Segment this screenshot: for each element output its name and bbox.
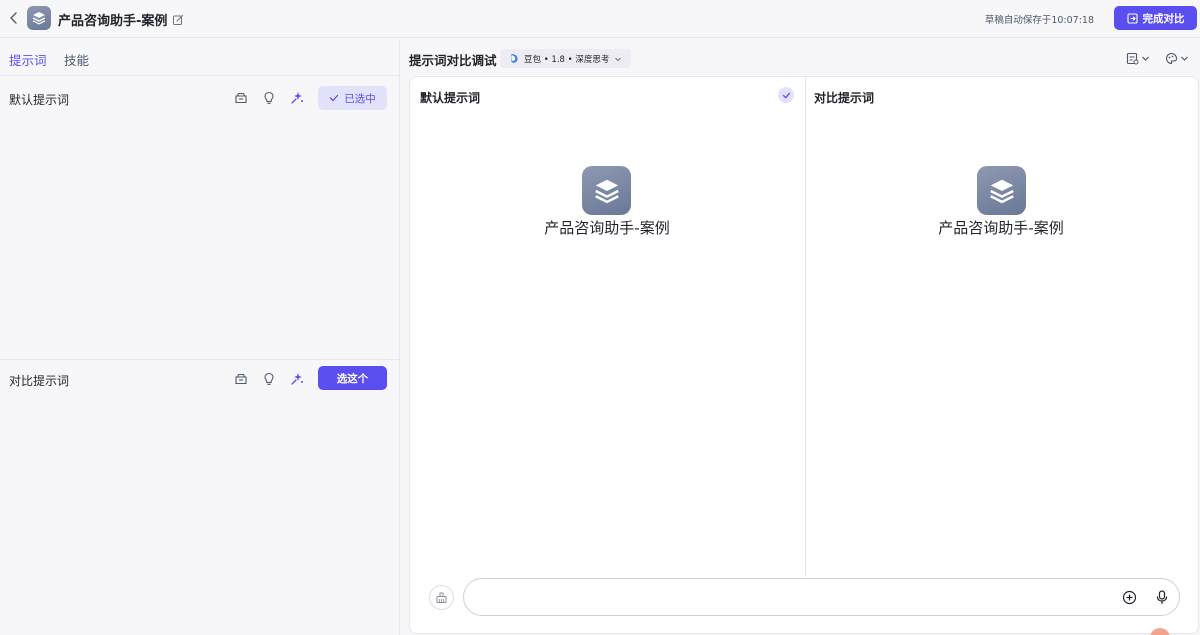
save-compare-prompt-button[interactable] [234,372,248,386]
compare-area: 默认提示词 产品咨询助手-案例 对比提示词 产品咨询助手-案例 [409,76,1199,634]
default-prompt-title: 默认提示词 [9,93,70,107]
section-divider [0,359,399,360]
plus-circle-icon [1122,590,1136,604]
tab-skills[interactable]: 技能 [64,50,89,69]
bulb-icon [264,372,274,385]
check-icon [330,94,339,102]
edit-icon [173,14,184,25]
save-icon [235,92,247,104]
default-selected-indicator [778,87,794,103]
add-attachment-button[interactable] [1121,589,1137,605]
chevron-down-icon [1142,56,1149,61]
selected-label: 已选中 [344,92,376,105]
model-selector[interactable]: 豆包 • 1.8 • 深度思考 [500,49,631,68]
left-tabs: 提示词 技能 [0,39,399,76]
bulb-icon [264,91,274,104]
finish-compare-label: 完成对比 [1142,12,1185,25]
save-icon [235,373,247,385]
compare-bot-name: 产品咨询助手-案例 [938,219,1064,237]
view-settings-button[interactable] [1165,51,1189,65]
exit-icon [1126,12,1138,24]
sparkle-icon [291,373,303,385]
optimize-prompt-button[interactable] [290,91,304,105]
clear-conversation-button[interactable] [429,585,454,610]
choose-this-button[interactable]: 选这个 [318,366,387,390]
compare-column-title: 对比提示词 [814,91,875,105]
autosave-status: 草稿自动保存于10:07:18 [984,15,1094,26]
mic-icon [1156,589,1168,604]
app-title: 产品咨询助手-案例 [58,14,168,29]
default-bot-name: 产品咨询助手-案例 [544,219,670,237]
prompt-tip-button[interactable] [262,91,276,105]
layout-menu-button[interactable] [1126,51,1150,65]
app-avatar [27,6,51,30]
edit-title-button[interactable] [172,11,185,25]
compare-prompt-tip-button[interactable] [262,372,276,386]
layers-icon [989,179,1014,203]
optimize-compare-prompt-button[interactable] [290,372,304,386]
doubao-logo-icon [511,54,518,63]
default-bot-avatar [582,166,631,215]
finish-compare-button[interactable]: 完成对比 [1114,6,1197,30]
chevron-down-icon [1181,56,1188,61]
layers-icon [594,179,619,203]
layout-icon [1126,52,1139,64]
voice-input-button[interactable] [1154,589,1170,605]
top-bar: 产品咨询助手-案例 草稿自动保存于10:07:18 完成对比 [0,0,1200,38]
tab-prompt[interactable]: 提示词 [9,50,47,69]
clear-icon [436,592,447,603]
compare-bot-avatar [977,166,1026,215]
message-input[interactable] [480,587,1100,607]
model-name: 豆包 • 1.8 • 深度思考 [524,54,610,65]
chevron-down-icon [615,57,622,61]
column-divider [805,77,806,577]
check-icon [782,92,790,98]
prompt-panel: 提示词 技能 默认提示词 已选中 对比提示词 选这个 [0,39,400,635]
default-column-title: 默认提示词 [420,91,481,105]
eye-settings-icon [1165,52,1178,64]
layers-icon [32,12,46,25]
message-input-box[interactable] [463,578,1180,616]
back-button[interactable] [6,10,22,26]
chevron-left-icon [10,12,17,24]
compare-prompt-title: 对比提示词 [9,374,70,388]
selected-button[interactable]: 已选中 [318,86,387,110]
sparkle-icon [291,92,303,104]
save-prompt-button[interactable] [234,91,248,105]
debug-panel-title: 提示词对比调试 [409,53,497,68]
